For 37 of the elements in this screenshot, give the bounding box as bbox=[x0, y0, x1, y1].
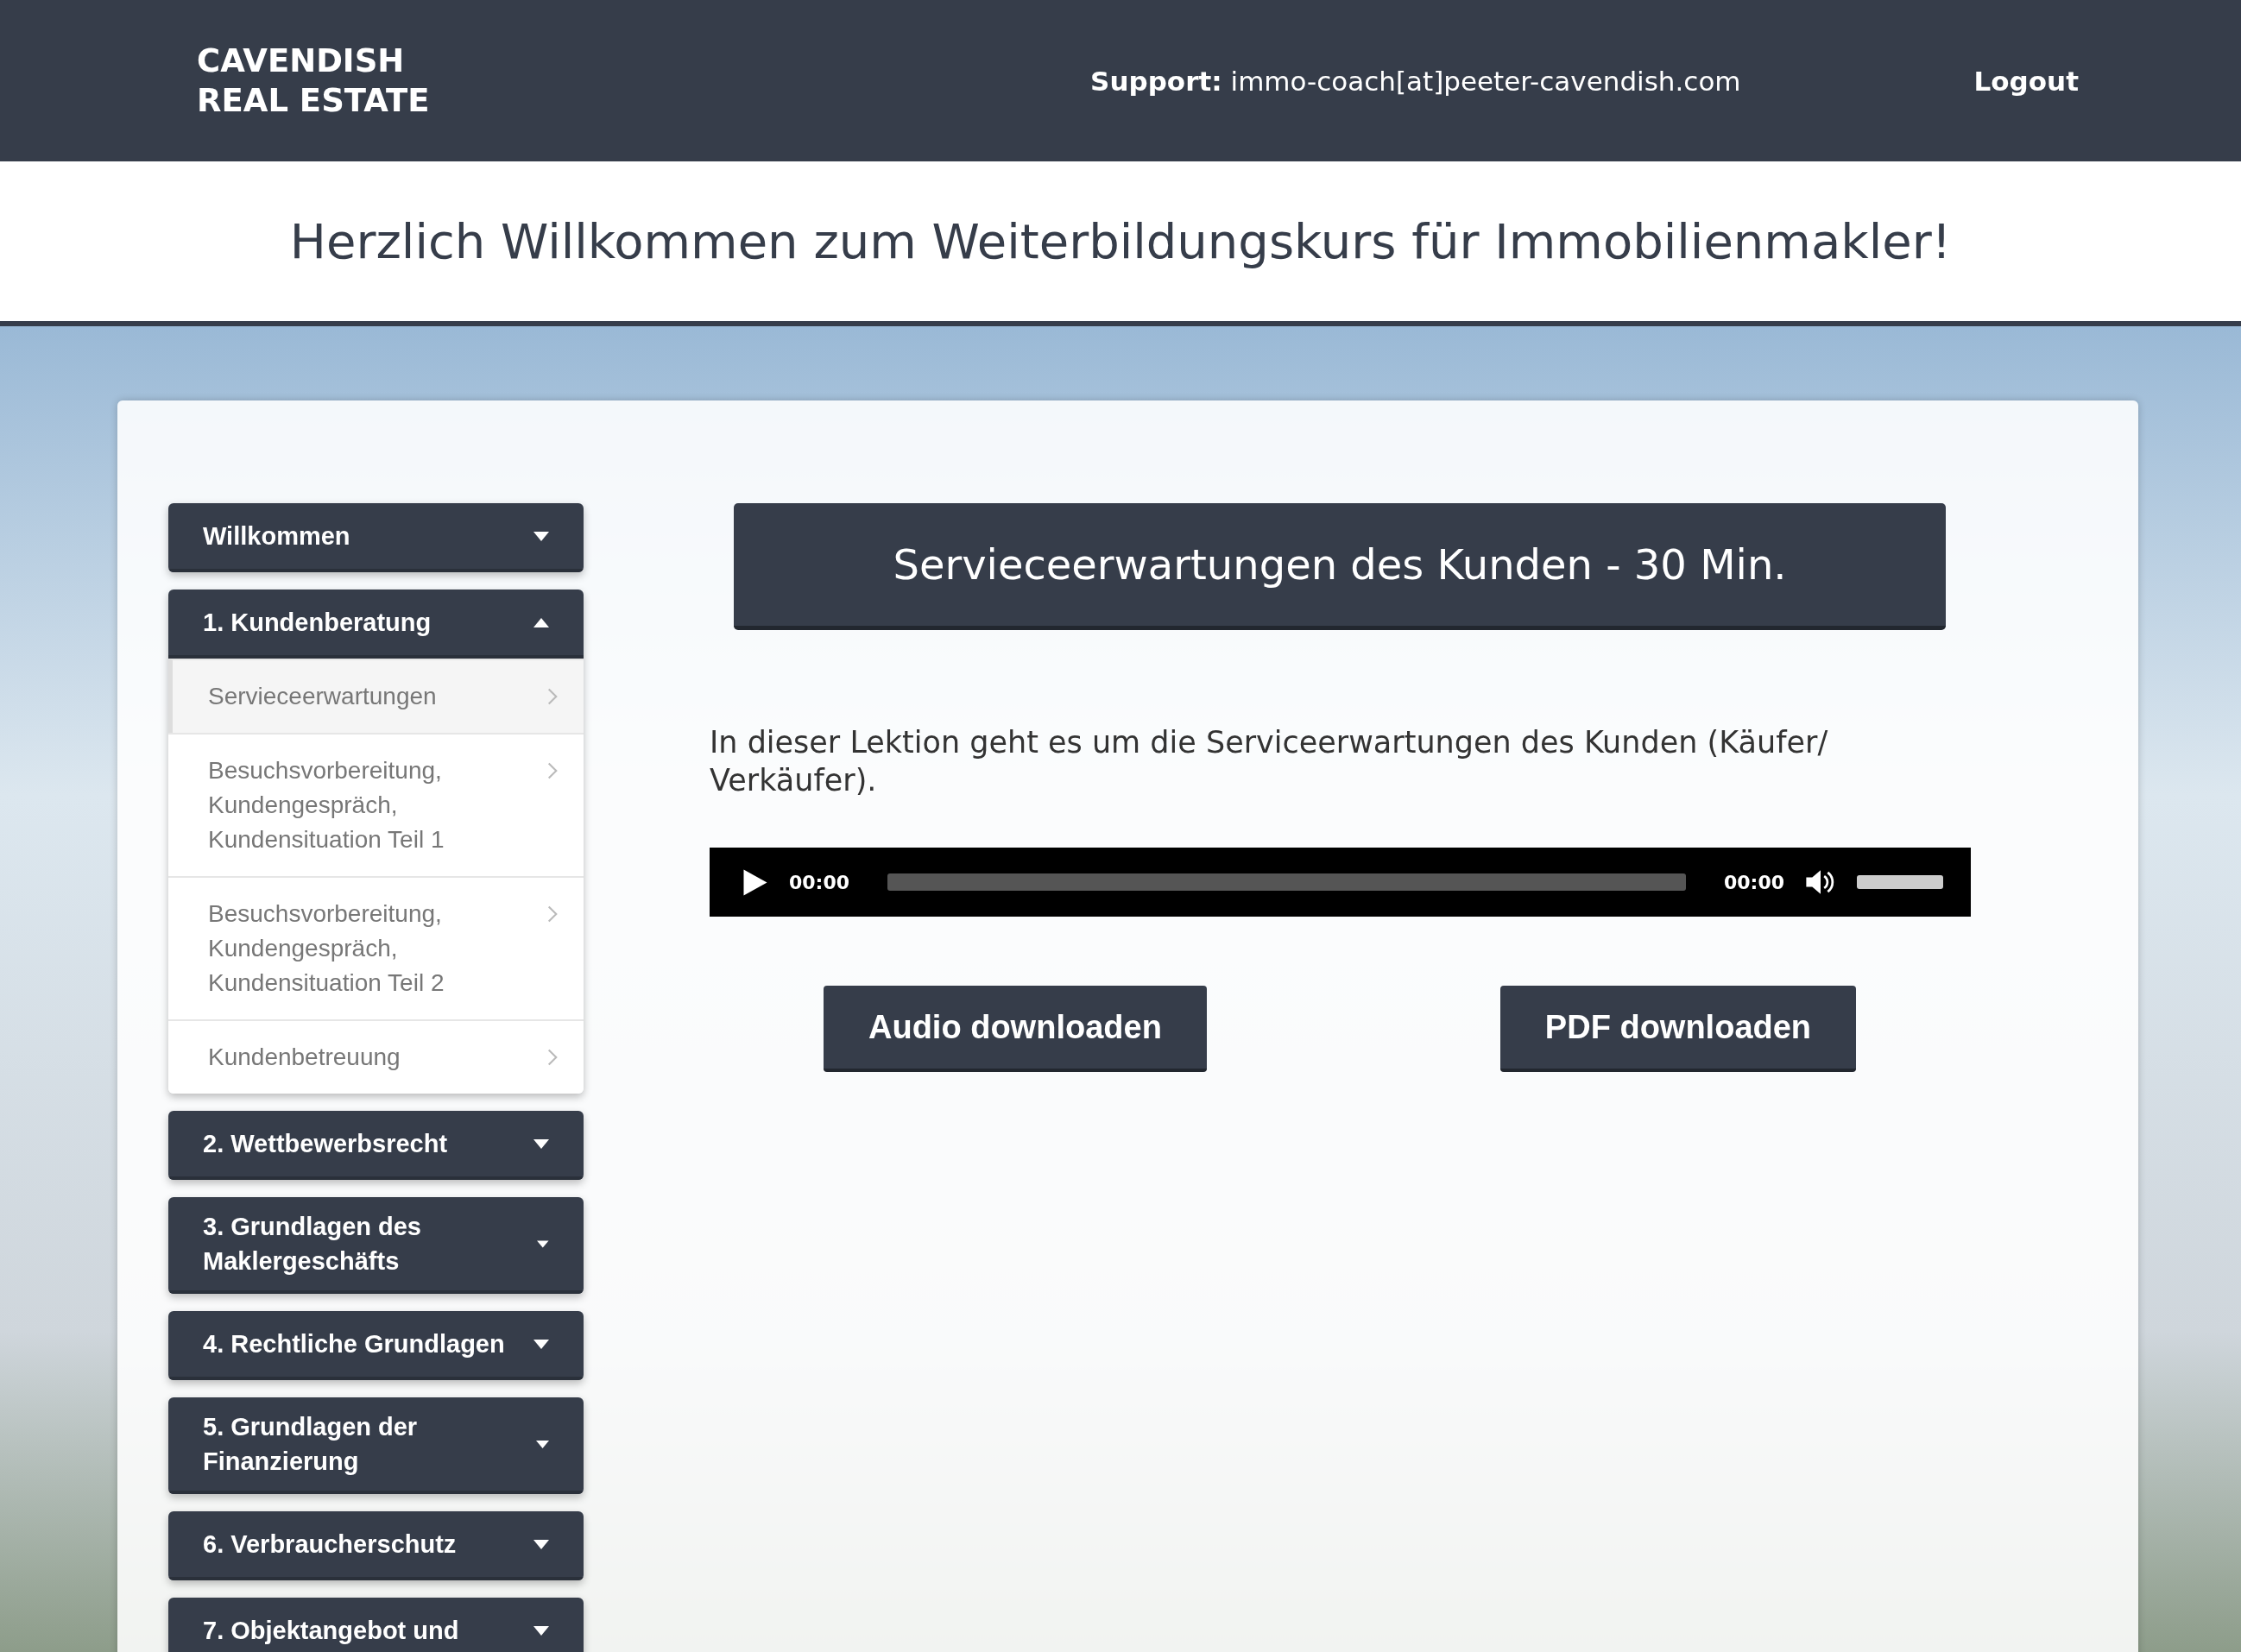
logo-text: CAVENDISH bbox=[197, 41, 406, 81]
lesson-link[interactable]: Besuchsvorbereitung, Kundengespräch, Kundensituation Teil 2 bbox=[168, 876, 584, 1019]
section-accordion-header[interactable]: 5. Grundlagen der Finanzierung bbox=[168, 1397, 584, 1494]
current-time: 00:00 bbox=[789, 871, 850, 893]
caret-icon bbox=[537, 1239, 549, 1249]
chevron-right-icon bbox=[547, 688, 558, 705]
chevron-right-icon bbox=[547, 905, 558, 923]
lesson-description: In dieser Lektion geht es um die Serviceerwartungen des Kunden (Käufer/ Verkäufer). bbox=[710, 724, 1829, 799]
caret-icon bbox=[533, 1138, 549, 1149]
download-button[interactable]: Audio downloaden bbox=[824, 986, 1207, 1072]
caret-icon bbox=[533, 1339, 549, 1349]
support-text: Support: immo-coach[at]peeter-cavendish.com bbox=[1090, 65, 1741, 97]
play-icon[interactable] bbox=[742, 867, 768, 897]
chevron-right-icon bbox=[547, 1049, 558, 1066]
lesson-link[interactable]: Besuchsvorbereitung, Kundengespräch, Kundensituation Teil 1 bbox=[168, 733, 584, 876]
lesson-link[interactable]: Kundenbetreuung bbox=[168, 1019, 584, 1094]
caret-icon bbox=[533, 617, 549, 627]
chevron-right-icon bbox=[547, 762, 558, 779]
caret-icon bbox=[533, 1625, 549, 1636]
section-accordion-header[interactable]: 7. Objektangebot und bbox=[168, 1598, 584, 1652]
lesson-link[interactable]: Servieceerwartungen bbox=[168, 659, 584, 733]
section-accordion-header[interactable]: 2. Wettbewerbsrecht bbox=[168, 1111, 584, 1180]
logo-text: REAL ESTATE bbox=[197, 80, 430, 121]
page-title: Herzlich Willkommen zum Weiterbildungskurs für Immobilienmakler! bbox=[289, 213, 1952, 269]
section-accordion-header[interactable]: 1. Kundenberatung bbox=[168, 590, 584, 659]
section-accordion-header[interactable]: 3. Grundlagen des Maklergeschäfts bbox=[168, 1197, 584, 1294]
logout-link[interactable]: Logout bbox=[1973, 65, 2079, 97]
download-button[interactable]: PDF downloaden bbox=[1499, 986, 1857, 1072]
caret-icon bbox=[533, 531, 549, 541]
lesson-title-banner: Servieceerwartungen des Kunden - 30 Min. bbox=[734, 503, 1946, 630]
section-accordion-header[interactable]: 4. Rechtliche Grundlagen bbox=[168, 1311, 584, 1380]
volume-slider[interactable] bbox=[1857, 875, 1943, 889]
caret-icon bbox=[533, 1539, 549, 1549]
section-accordion-header[interactable]: 6. Verbraucherschutz bbox=[168, 1511, 584, 1580]
duration-time: 00:00 bbox=[1723, 871, 1784, 893]
caret-icon bbox=[535, 1439, 549, 1449]
section-accordion-header[interactable]: Willkommen bbox=[168, 503, 584, 572]
